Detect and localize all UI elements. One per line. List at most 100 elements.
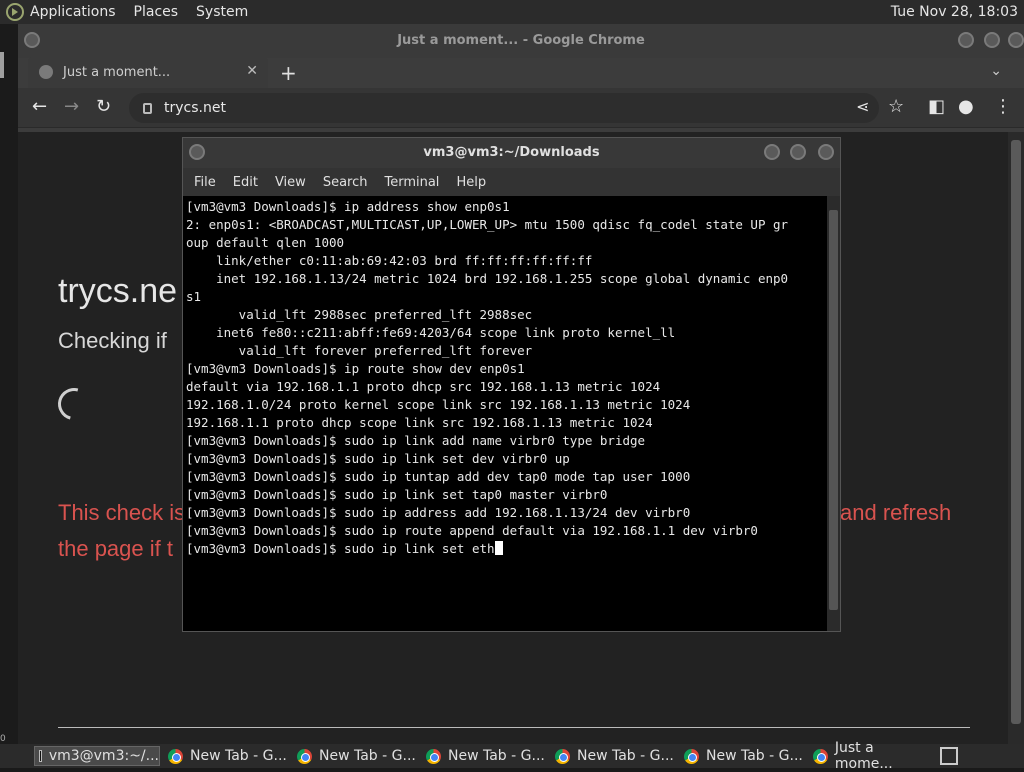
chrome-window-title: Just a moment... - Google Chrome (397, 33, 645, 48)
edge-label: 0 (0, 734, 6, 744)
terminal-scrollbar[interactable] (827, 196, 840, 631)
close-button[interactable] (1008, 32, 1024, 48)
taskbar-item-terminal[interactable]: vm3@vm3:~/... (34, 746, 160, 766)
url-text: trycs.net (164, 100, 226, 116)
show-desktop-icon[interactable] (940, 747, 958, 765)
terminal-close-button[interactable] (818, 144, 834, 160)
menu-terminal[interactable]: Terminal (384, 175, 439, 190)
chrome-icon (426, 748, 441, 764)
taskbar-item-label: New Tab - G... (706, 748, 803, 764)
lock-icon[interactable] (143, 102, 152, 114)
loading-spinner-icon (52, 382, 96, 426)
menu-help[interactable]: Help (456, 175, 486, 190)
menu-places[interactable]: Places (134, 4, 179, 20)
taskbar-item-chrome[interactable]: New Tab - G... (422, 746, 548, 766)
maximize-button[interactable] (984, 32, 1000, 48)
back-button[interactable]: ← (32, 98, 47, 116)
taskbar-item-label: New Tab - G... (190, 748, 287, 764)
terminal-line: default via 192.168.1.1 proto dhcp src 1… (186, 379, 661, 394)
chrome-icon (684, 748, 699, 764)
browser-tab[interactable]: Just a moment... ✕ (28, 56, 268, 88)
bottom-taskbar: vm3@vm3:~/... New Tab - G... New Tab - G… (0, 740, 1024, 772)
taskbar-item-chrome[interactable]: Just a mome... (809, 740, 935, 772)
menu-file[interactable]: File (194, 175, 216, 190)
terminal-line: 192.168.1.1 proto dhcp scope link src 19… (186, 415, 653, 430)
globe-icon (39, 65, 53, 79)
terminal-icon (39, 750, 42, 762)
warning-text-start: This check is (58, 500, 186, 525)
warning-text-line2: the page if t (58, 536, 173, 561)
terminal-line: valid_lft 2988sec preferred_lft 2988sec (186, 307, 533, 322)
new-tab-button[interactable]: + (280, 61, 297, 85)
terminal-line: [vm3@vm3 Downloads]$ sudo ip address add… (186, 505, 691, 520)
edge-marker (0, 52, 4, 78)
distro-logo-icon[interactable] (6, 3, 24, 21)
left-edge-strip: 0 (0, 24, 18, 744)
page-title: trycs.ne (58, 272, 178, 310)
kebab-menu-icon[interactable]: ⋮ (994, 98, 1012, 116)
terminal-maximize-button[interactable] (790, 144, 806, 160)
taskbar-item-label: New Tab - G... (448, 748, 545, 764)
page-scrollbar[interactable] (1008, 132, 1024, 744)
minimize-button[interactable] (958, 32, 974, 48)
terminal-line: [vm3@vm3 Downloads]$ sudo ip link set ta… (186, 487, 608, 502)
terminal-input-line[interactable]: [vm3@vm3 Downloads]$ sudo ip link set et… (186, 540, 828, 558)
menu-system[interactable]: System (196, 4, 248, 20)
top-panel: Applications Places System Tue Nov 28, 1… (0, 0, 1024, 24)
terminal-line: valid_lft forever preferred_lft forever (186, 343, 533, 358)
taskbar-item-label: vm3@vm3:~/... (48, 748, 159, 764)
taskbar-item-chrome[interactable]: New Tab - G... (551, 746, 677, 766)
chrome-icon (168, 748, 183, 764)
terminal-line: [vm3@vm3 Downloads]$ sudo ip link set de… (186, 451, 570, 466)
clock[interactable]: Tue Nov 28, 18:03 (891, 4, 1018, 20)
terminal-menubar: File Edit View Search Terminal Help (183, 168, 840, 196)
terminal-line: oup default qlen 1000 (186, 235, 345, 250)
menu-applications[interactable]: Applications (30, 4, 116, 20)
terminal-line: [vm3@vm3 Downloads]$ sudo ip link add na… (186, 433, 646, 448)
tab-title: Just a moment... (63, 64, 171, 80)
terminal-scrollbar-thumb[interactable] (829, 210, 838, 610)
forward-button[interactable]: → (64, 98, 79, 116)
terminal-line: link/ether c0:11:ab:69:42:03 brd ff:ff:f… (186, 253, 593, 268)
browser-toolbar: ← → ↻ trycs.net ⋖ ☆ ◧ ● ⋮ (18, 88, 1024, 128)
tab-close-icon[interactable]: ✕ (246, 63, 258, 79)
terminal-line: [vm3@vm3 Downloads]$ sudo ip route appen… (186, 523, 758, 538)
taskbar-item-label: New Tab - G... (577, 748, 674, 764)
chrome-icon (813, 748, 828, 764)
terminal-current-command: [vm3@vm3 Downloads]$ sudo ip link set et… (186, 541, 495, 556)
terminal-line: 2: enp0s1: <BROADCAST,MULTICAST,UP,LOWER… (186, 217, 789, 232)
taskbar-item-label: Just a mome... (834, 740, 893, 772)
chrome-titlebar[interactable]: Just a moment... - Google Chrome (18, 24, 1024, 58)
taskbar-item-label: New Tab - G... (319, 748, 416, 764)
terminal-line: 192.168.1.0/24 proto kernel scope link s… (186, 397, 691, 412)
taskbar-item-chrome[interactable]: New Tab - G... (164, 746, 290, 766)
bookmark-star-icon[interactable]: ☆ (888, 98, 904, 116)
share-icon[interactable]: ⋖ (856, 98, 869, 116)
divider (58, 727, 970, 728)
terminal-title: vm3@vm3:~/Downloads (423, 145, 600, 160)
taskbar-item-chrome[interactable]: New Tab - G... (293, 746, 419, 766)
tab-strip: Just a moment... ✕ + ⌄ (18, 56, 1024, 88)
address-bar[interactable]: trycs.net (129, 93, 879, 123)
menu-search[interactable]: Search (323, 175, 368, 190)
terminal-screen[interactable]: [vm3@vm3 Downloads]$ ip address show enp… (183, 196, 828, 631)
page-subtitle: Checking if (58, 328, 167, 353)
menu-edit[interactable]: Edit (233, 175, 258, 190)
text-cursor (494, 541, 503, 555)
chrome-icon (297, 748, 312, 764)
reload-button[interactable]: ↻ (96, 98, 111, 116)
taskbar-item-chrome[interactable]: New Tab - G... (680, 746, 806, 766)
terminal-line: [vm3@vm3 Downloads]$ ip route show dev e… (186, 361, 525, 376)
terminal-minimize-button[interactable] (764, 144, 780, 160)
warning-text-end: and refresh (840, 500, 952, 525)
side-panel-icon[interactable]: ◧ (928, 98, 945, 116)
terminal-titlebar[interactable]: vm3@vm3:~/Downloads (183, 138, 840, 168)
scrollbar-thumb[interactable] (1011, 140, 1021, 724)
tab-search-chevron-icon[interactable]: ⌄ (990, 63, 1002, 79)
profile-avatar-icon[interactable]: ● (958, 98, 974, 116)
terminal-window: vm3@vm3:~/Downloads File Edit View Searc… (182, 137, 841, 632)
terminal-line: inet6 fe80::c211:abff:fe69:4203/64 scope… (186, 325, 676, 340)
chrome-icon (555, 748, 570, 764)
terminal-line: inet 192.168.1.13/24 metric 1024 brd 192… (186, 271, 789, 286)
menu-view[interactable]: View (275, 175, 306, 190)
